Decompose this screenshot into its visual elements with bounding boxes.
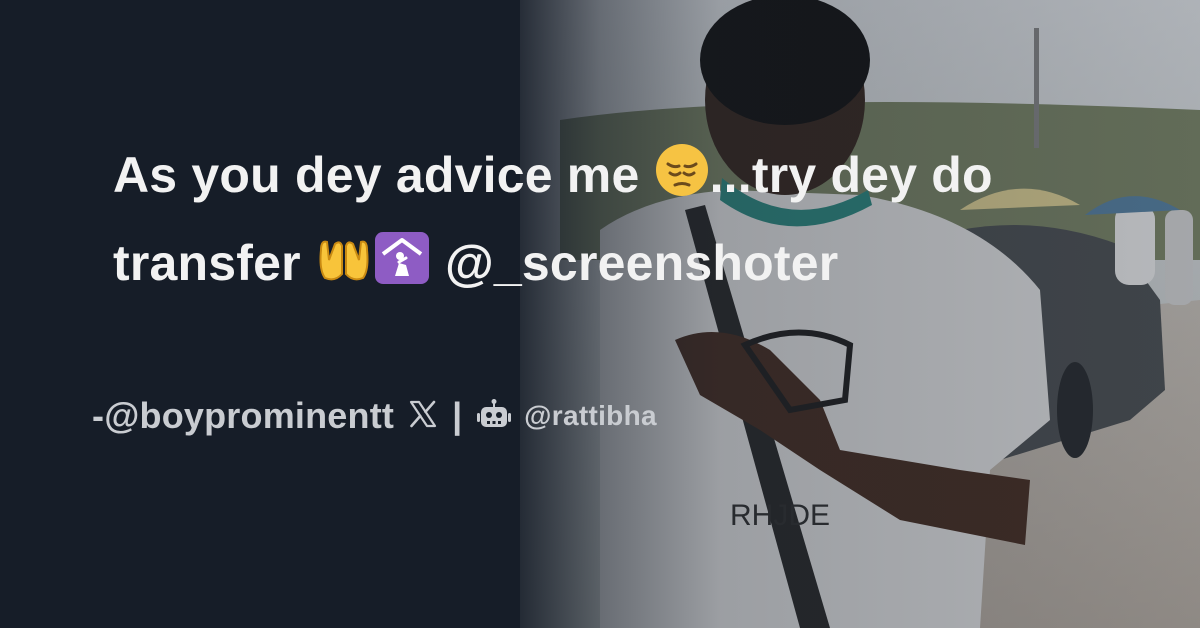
place-of-worship-emoji-icon: [373, 228, 431, 310]
author-handle[interactable]: @boyprominentt: [104, 395, 394, 437]
brand-handle[interactable]: @rattibha: [524, 400, 657, 432]
palms-up-together-emoji-icon: [315, 228, 373, 310]
share-card: RHJDE As you dey advice me ...try dey do…: [0, 0, 1200, 628]
tweet-text: As you dey advice me ...try dey do trans…: [113, 134, 1153, 310]
x-logo-icon: [408, 399, 438, 434]
tweet-text-line1-start: As you dey advice me: [113, 147, 654, 203]
author-prefix: -: [92, 395, 105, 436]
attribution: - @boyprominentt | @rattibha: [92, 393, 657, 439]
background-gradient-overlay: [0, 0, 1200, 628]
tweet-text-line2-end: @_screenshoter: [430, 235, 839, 291]
robot-icon: [476, 398, 512, 435]
tweet-text-line2-start: transfer: [113, 235, 315, 291]
tweet-text-line1-end: ...try dey do: [709, 147, 993, 203]
separator: |: [452, 395, 463, 436]
pensive-face-emoji-icon: [654, 140, 710, 222]
